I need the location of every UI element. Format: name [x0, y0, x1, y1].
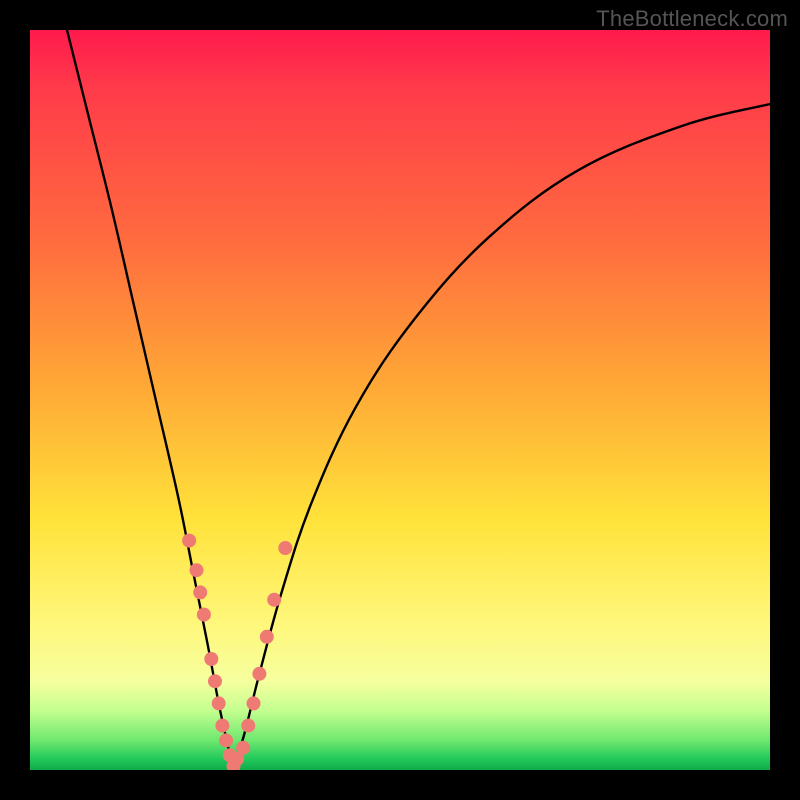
sample-dot: [260, 630, 274, 644]
sample-dot: [182, 534, 196, 548]
sample-dot: [204, 652, 218, 666]
sample-dot: [212, 696, 226, 710]
sample-dot: [190, 563, 204, 577]
sample-dot: [193, 585, 207, 599]
watermark-text: TheBottleneck.com: [596, 6, 788, 32]
sample-dot: [215, 719, 229, 733]
curve-layer: [30, 30, 770, 770]
sample-dot: [208, 674, 222, 688]
sample-dot: [267, 593, 281, 607]
plot-area: [30, 30, 770, 770]
sample-dot: [278, 541, 292, 555]
bottleneck-curve: [67, 30, 770, 770]
curve-right-branch: [234, 104, 771, 770]
sample-dot: [197, 608, 211, 622]
chart-frame: TheBottleneck.com: [0, 0, 800, 800]
sample-dot: [236, 741, 250, 755]
sample-dot: [241, 719, 255, 733]
sample-dot: [247, 696, 261, 710]
sample-dot: [219, 733, 233, 747]
sample-dots: [182, 534, 292, 770]
sample-dot: [252, 667, 266, 681]
